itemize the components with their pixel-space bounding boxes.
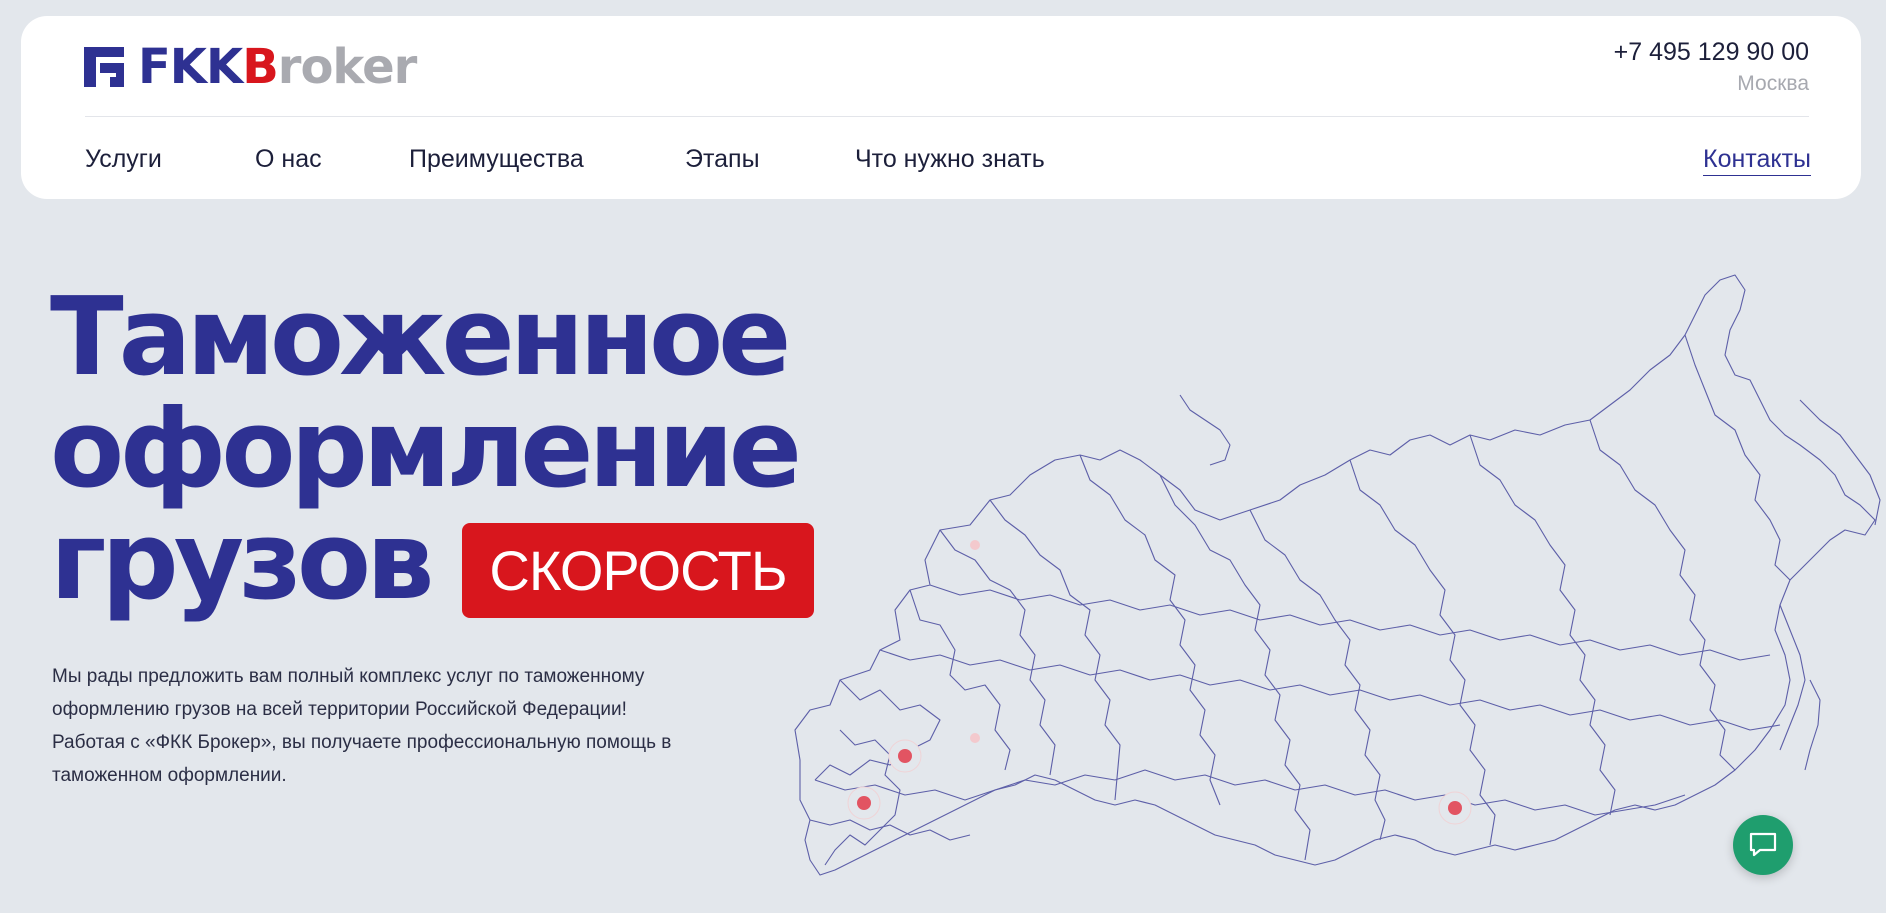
nav-item-contacts[interactable]: Контакты [1703,145,1811,176]
russia-map-icon [794,274,1881,876]
logo-text-fkk: FKK [138,39,243,95]
logo-mark-icon [84,47,124,87]
page: FKKBroker +7 495 129 90 00 Москва Услуги… [0,0,1886,913]
logo-text-roker: roker [277,39,418,95]
nav-item-what-to-know[interactable]: Что нужно знать [855,145,1045,174]
hero-intro-text: Мы рады предложить вам полный комплекс у… [52,666,672,786]
header-divider [85,116,1809,117]
nav-item-services[interactable]: Услуги [85,145,162,174]
logo-wordmark: FKKBroker [138,39,418,95]
chat-button[interactable] [1733,815,1793,875]
hero-badge: СКОРОСТЬ [462,523,814,618]
nav-item-about[interactable]: О нас [255,145,322,174]
logo-link[interactable]: FKKBroker [82,39,418,95]
phone-link[interactable]: +7 495 129 90 00 [1614,38,1809,67]
hero-title-line-1: Таможенное [50,275,791,400]
logo-text-b: B [242,39,279,95]
city-label: Москва [1737,72,1809,95]
nav-item-stages[interactable]: Этапы [685,145,760,174]
main-nav: Услуги О нас Преимущества Этапы Что нужн… [21,145,1861,185]
hero-title-line-2: оформление [50,387,802,512]
nav-item-advantages[interactable]: Преимущества [409,145,584,174]
chat-bubble-icon [1749,832,1777,857]
site-header: FKKBroker +7 495 129 90 00 Москва Услуги… [21,16,1861,199]
